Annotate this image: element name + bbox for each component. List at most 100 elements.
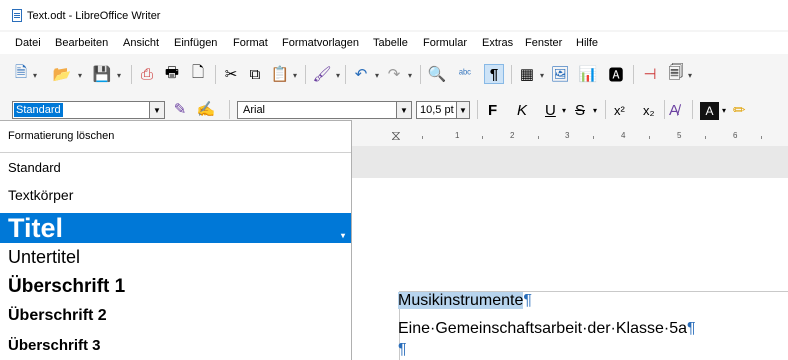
paragraph-style-box[interactable]: Standard ▼ bbox=[12, 101, 165, 119]
ruler-number: 3 bbox=[565, 131, 570, 140]
underline-button[interactable]: U bbox=[545, 102, 556, 120]
document-paragraph[interactable]: Musikinstrumente¶ bbox=[398, 292, 532, 310]
chevron-down-icon[interactable]: ▾ bbox=[562, 102, 566, 120]
menu-extras[interactable]: Extras bbox=[482, 37, 513, 49]
copy-icon[interactable]: ⧉ bbox=[245, 64, 265, 84]
paragraph-style-value[interactable]: Standard bbox=[14, 103, 63, 117]
chevron-down-icon[interactable]: ▾ bbox=[293, 71, 299, 80]
font-name-box[interactable]: Arial ▼ bbox=[237, 101, 412, 119]
new-style-icon[interactable]: ✍ bbox=[196, 99, 216, 119]
subscript-button[interactable]: x₂ bbox=[643, 102, 655, 120]
toolbar-separator bbox=[477, 100, 478, 119]
export-pdf-icon[interactable]: ⎙ bbox=[137, 64, 157, 84]
menu-hilfe[interactable]: Hilfe bbox=[576, 37, 598, 49]
cut-icon[interactable]: ✂ bbox=[221, 64, 241, 84]
toolbar-separator bbox=[692, 100, 693, 119]
style-item-label[interactable]: Titel bbox=[8, 213, 63, 243]
chevron-down-icon[interactable]: ▼ bbox=[396, 102, 411, 118]
style-item-ueberschrift-1[interactable]: Überschrift 1 bbox=[0, 276, 351, 298]
toolbar-separator bbox=[664, 100, 665, 119]
redo-icon[interactable]: ↷ bbox=[384, 64, 404, 84]
selected-text[interactable]: Musikinstrumente bbox=[398, 292, 524, 309]
menu-fenster[interactable]: Fenster bbox=[525, 37, 562, 49]
table-icon[interactable]: ▦ bbox=[517, 64, 537, 84]
print-preview-icon[interactable]: 🗋 bbox=[188, 64, 208, 84]
toolbar-separator bbox=[215, 65, 216, 84]
ruler-number: 5 bbox=[677, 131, 682, 140]
spellcheck-icon[interactable]: ᵃᵇᶜ bbox=[455, 64, 475, 84]
ruler-number: 6 bbox=[733, 131, 738, 140]
menu-ansicht[interactable]: Ansicht bbox=[123, 37, 159, 49]
document-paragraph[interactable]: Eine·Gemeinschaftsarbeit·der·Klasse·5a¶ bbox=[398, 320, 696, 338]
window-title: Text.odt - LibreOffice Writer bbox=[27, 10, 161, 22]
chart-icon[interactable]: 📊 bbox=[578, 64, 598, 84]
menu-format[interactable]: Format bbox=[233, 37, 268, 49]
toolbar-separator bbox=[605, 100, 606, 119]
chevron-down-icon[interactable]: ▾ bbox=[593, 102, 597, 120]
chevron-down-icon[interactable]: ▾ bbox=[375, 71, 381, 80]
image-icon[interactable]: 🖼 bbox=[550, 64, 570, 84]
pilcrow-mark: ¶ bbox=[523, 292, 532, 309]
print-icon[interactable]: 🖶 bbox=[162, 64, 182, 84]
chevron-down-icon[interactable]: ▾ bbox=[688, 71, 694, 80]
pilcrow-mark: ¶ bbox=[398, 341, 407, 358]
chevron-down-icon[interactable]: ▾ bbox=[722, 102, 726, 120]
toolbar-separator bbox=[305, 65, 306, 84]
menu-formatvorlagen[interactable]: Formatvorlagen bbox=[282, 37, 359, 49]
paste-icon[interactable]: 📋 bbox=[270, 64, 290, 84]
horizontal-ruler[interactable]: ⧖ 1 2 3 4 5 6 bbox=[352, 127, 788, 146]
page-break-icon[interactable]: ⊣ bbox=[640, 64, 660, 84]
ruler-tick bbox=[422, 136, 423, 139]
menu-einfuegen[interactable]: Einfügen bbox=[174, 37, 217, 49]
font-color-icon[interactable]: A bbox=[700, 102, 719, 120]
textbox-icon[interactable]: 🅰 bbox=[606, 64, 626, 84]
formatting-marks-icon[interactable]: ¶ bbox=[484, 64, 504, 84]
menu-formular[interactable]: Formular bbox=[423, 37, 467, 49]
clone-format-icon[interactable]: 🖌 bbox=[312, 64, 332, 84]
toolbar-separator bbox=[420, 65, 421, 84]
style-item-titel[interactable]: Titel ▾ bbox=[0, 213, 351, 243]
font-size-box[interactable]: 10,5 pt ▼ bbox=[416, 101, 470, 119]
italic-button[interactable]: K bbox=[517, 102, 527, 120]
menu-datei[interactable]: Datei bbox=[15, 37, 41, 49]
ruler-tick bbox=[649, 136, 650, 139]
font-name-value[interactable]: Arial bbox=[243, 104, 265, 116]
style-item-ueberschrift-3[interactable]: Überschrift 3 bbox=[0, 337, 351, 354]
writer-doc-icon bbox=[12, 9, 22, 22]
style-item-untertitel[interactable]: Untertitel bbox=[0, 247, 351, 268]
clear-formatting-item[interactable]: Formatierung löschen bbox=[0, 130, 351, 142]
style-item-standard[interactable]: Standard bbox=[0, 160, 351, 175]
chevron-down-icon[interactable]: ▾ bbox=[540, 71, 546, 80]
indent-marker-icon[interactable]: ⧖ bbox=[391, 127, 401, 144]
toolbar-separator bbox=[131, 65, 132, 84]
bold-button[interactable]: F bbox=[488, 102, 497, 120]
menu-tabelle[interactable]: Tabelle bbox=[373, 37, 408, 49]
save-icon[interactable]: 💾 bbox=[92, 64, 112, 84]
toolbar-separator bbox=[633, 65, 634, 84]
field-icon[interactable]: 🗐 bbox=[666, 64, 686, 84]
paragraph-text[interactable]: Eine·Gemeinschaftsarbeit·der·Klasse·5a bbox=[398, 320, 687, 337]
chevron-down-icon[interactable]: ▾ bbox=[33, 71, 39, 80]
open-folder-icon[interactable]: 📂 bbox=[52, 64, 72, 84]
font-size-value[interactable]: 10,5 pt bbox=[420, 104, 454, 116]
chevron-down-icon[interactable]: ▾ bbox=[117, 71, 123, 80]
highlight-icon[interactable]: ✏ bbox=[733, 102, 746, 120]
chevron-down-icon[interactable]: ▾ bbox=[78, 71, 84, 80]
strikethrough-button[interactable]: S bbox=[575, 102, 585, 120]
update-style-icon[interactable]: ✎ bbox=[170, 99, 190, 119]
chevron-down-icon[interactable]: ▼ bbox=[149, 102, 164, 118]
style-item-ueberschrift-2[interactable]: Überschrift 2 bbox=[0, 307, 351, 325]
ruler-tick bbox=[538, 136, 539, 139]
chevron-down-icon[interactable]: ▼ bbox=[456, 102, 469, 118]
document-paragraph[interactable]: ¶ bbox=[398, 341, 407, 359]
superscript-button[interactable]: x² bbox=[614, 102, 625, 120]
new-doc-icon[interactable]: 🗎 bbox=[11, 64, 31, 84]
document-canvas[interactable]: Musikinstrumente¶ Eine·Gemeinschaftsarbe… bbox=[352, 146, 788, 360]
chevron-down-icon[interactable]: ▾ bbox=[408, 71, 414, 80]
find-replace-icon[interactable]: 🔍 bbox=[427, 64, 447, 84]
clear-formatting-icon[interactable]: A̸ bbox=[669, 102, 679, 120]
chevron-down-icon[interactable]: ▾ bbox=[336, 71, 342, 80]
undo-icon[interactable]: ↶ bbox=[351, 64, 371, 84]
style-item-textkoerper[interactable]: Textkörper bbox=[0, 187, 351, 203]
menu-bearbeiten[interactable]: Bearbeiten bbox=[55, 37, 108, 49]
